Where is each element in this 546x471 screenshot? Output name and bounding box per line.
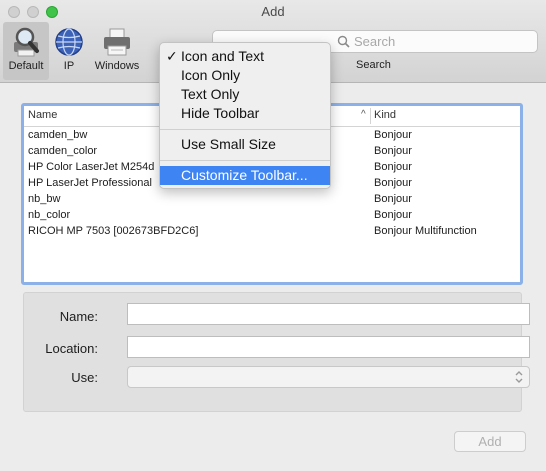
add-button[interactable]: Add bbox=[454, 431, 526, 452]
menu-item-text-only[interactable]: Text Only bbox=[160, 85, 330, 104]
printer-name-cell: RICOH MP 7503 [002673BFD2C6] bbox=[28, 225, 199, 237]
menu-separator bbox=[160, 160, 330, 161]
name-field[interactable] bbox=[127, 303, 530, 325]
menu-item-icon-and-text[interactable]: ✓ Icon and Text bbox=[160, 47, 330, 66]
menu-item-label: Icon and Text bbox=[181, 48, 265, 64]
printer-details-panel: Name: Location: Use: bbox=[23, 292, 530, 412]
location-label: Location: bbox=[45, 341, 98, 356]
table-row[interactable]: nb_bw Bonjour bbox=[24, 191, 520, 207]
printer-name-cell: HP LaserJet Professional bbox=[28, 177, 152, 189]
window-title: Add bbox=[261, 4, 285, 19]
table-row[interactable]: nb_color Bonjour bbox=[24, 207, 520, 223]
printer-name-cell: camden_bw bbox=[28, 129, 88, 141]
menu-item-icon-only[interactable]: Icon Only bbox=[160, 66, 330, 85]
menu-item-hide-toolbar[interactable]: Hide Toolbar bbox=[160, 104, 330, 123]
menu-item-label: Hide Toolbar bbox=[181, 105, 260, 121]
location-field[interactable] bbox=[127, 336, 530, 358]
toolbar-label-windows: Windows bbox=[94, 60, 140, 72]
menu-item-label: Use Small Size bbox=[181, 136, 276, 152]
search-label: Search bbox=[356, 59, 391, 71]
toolbar-item-ip[interactable]: IP bbox=[52, 22, 86, 80]
search-icon bbox=[337, 35, 350, 48]
printer-name-cell: camden_color bbox=[28, 145, 98, 157]
printer-kind-cell: Bonjour bbox=[374, 177, 412, 189]
column-divider bbox=[370, 108, 371, 124]
default-printer-magnifier-icon bbox=[14, 27, 39, 57]
globe-icon bbox=[55, 28, 83, 56]
printer-kind-cell: Bonjour bbox=[374, 193, 412, 205]
printer-kind-cell: Bonjour bbox=[374, 129, 412, 141]
table-row[interactable]: RICOH MP 7503 [002673BFD2C6] Bonjour Mul… bbox=[24, 223, 520, 239]
toolbar-label-default: Default bbox=[8, 60, 44, 72]
use-label: Use: bbox=[71, 370, 98, 385]
printer-name-cell: nb_bw bbox=[28, 193, 61, 205]
menu-item-label: Icon Only bbox=[181, 67, 241, 83]
windows-printer-icon bbox=[104, 28, 130, 56]
printer-kind-cell: Bonjour bbox=[374, 209, 412, 221]
toolbar-item-default[interactable]: Default bbox=[3, 22, 49, 80]
printer-name-cell: nb_color bbox=[28, 209, 71, 221]
menu-separator bbox=[160, 129, 330, 130]
printer-kind-cell: Bonjour Multifunction bbox=[374, 225, 477, 237]
menu-item-customize-toolbar[interactable]: Customize Toolbar... bbox=[160, 166, 330, 185]
menu-item-use-small-size[interactable]: Use Small Size bbox=[160, 135, 330, 154]
menu-item-label: Customize Toolbar... bbox=[181, 167, 308, 183]
name-label: Name: bbox=[59, 309, 98, 324]
search-placeholder: Search bbox=[354, 34, 396, 49]
use-driver-select[interactable] bbox=[127, 366, 530, 388]
chevron-updown-icon bbox=[515, 371, 523, 383]
printer-kind-cell: Bonjour bbox=[374, 145, 412, 157]
toolbar-context-menu: ✓ Icon and Text Icon Only Text Only Hide… bbox=[159, 42, 331, 189]
toolbar-label-ip: IP bbox=[63, 60, 75, 72]
toolbar-item-windows[interactable]: Windows bbox=[90, 22, 144, 80]
column-header-name[interactable]: Name bbox=[28, 109, 57, 121]
printer-name-cell: HP Color LaserJet M254d bbox=[28, 161, 155, 173]
checkmark-icon: ✓ bbox=[166, 48, 178, 64]
sort-ascending-icon: ^ bbox=[361, 109, 366, 120]
menu-item-label: Text Only bbox=[181, 86, 240, 102]
column-header-kind[interactable]: Kind bbox=[374, 109, 396, 121]
printer-kind-cell: Bonjour bbox=[374, 161, 412, 173]
